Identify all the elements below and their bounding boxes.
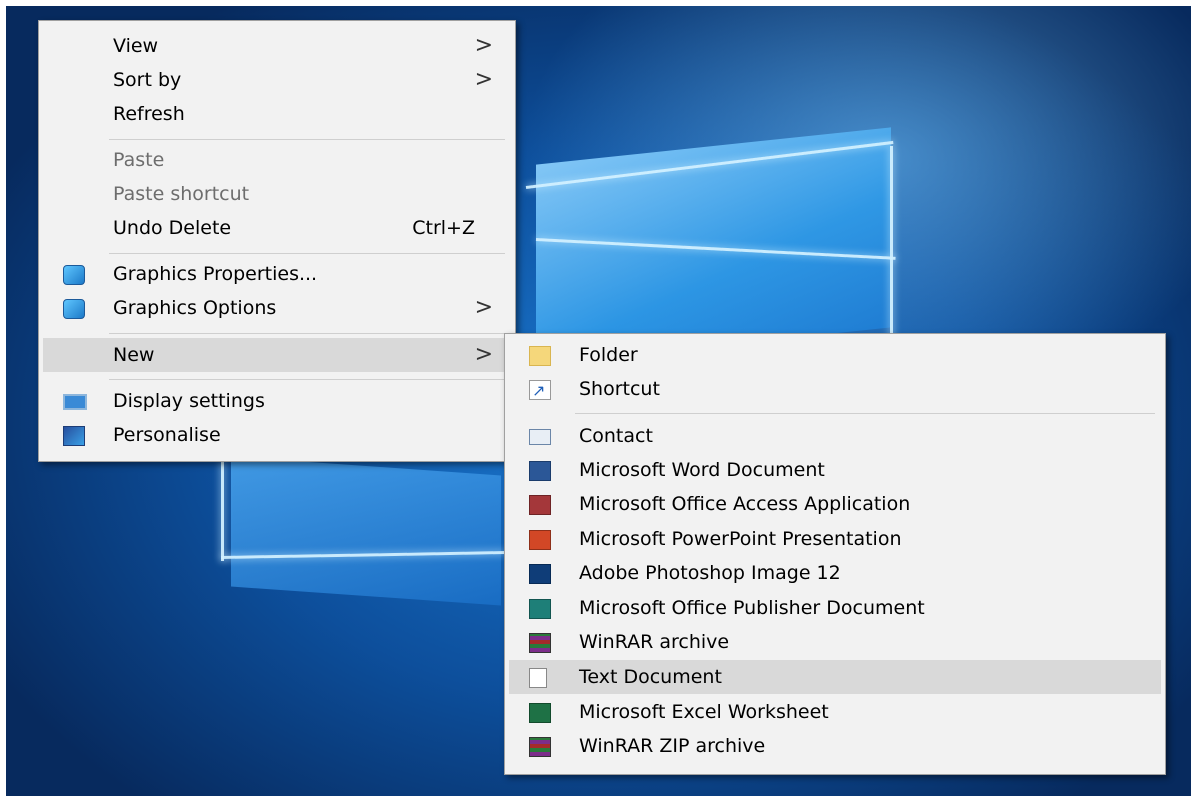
menu-item-label: Paste shortcut xyxy=(113,183,250,205)
menu-item-label: Folder xyxy=(579,344,638,366)
submenu-item-text-document[interactable]: Text Document xyxy=(509,660,1161,694)
desktop-context-menu: View > Sort by > Refresh Paste Paste sho… xyxy=(38,20,516,462)
submenu-item-excel-worksheet[interactable]: Microsoft Excel Worksheet xyxy=(509,695,1161,729)
chevron-right-icon: > xyxy=(474,295,493,320)
excel-icon xyxy=(529,703,551,723)
menu-item-label: View xyxy=(113,35,159,57)
menu-item-label: Microsoft Office Access Application xyxy=(579,493,911,515)
menu-item-undo-delete[interactable]: Undo Delete Ctrl+Z xyxy=(43,211,511,245)
publisher-icon xyxy=(529,599,551,619)
graphics-icon xyxy=(63,299,85,319)
menu-item-label: Microsoft PowerPoint Presentation xyxy=(579,528,902,550)
menu-item-label: Refresh xyxy=(113,103,185,125)
menu-item-paste: Paste xyxy=(43,143,511,177)
winrar-zip-icon xyxy=(529,737,551,757)
menu-item-label: WinRAR archive xyxy=(579,631,730,653)
submenu-item-publisher-document[interactable]: Microsoft Office Publisher Document xyxy=(509,591,1161,625)
menu-separator xyxy=(109,333,505,334)
menu-item-personalise[interactable]: Personalise xyxy=(43,418,511,452)
access-icon xyxy=(529,495,551,515)
submenu-item-access-application[interactable]: Microsoft Office Access Application xyxy=(509,487,1161,521)
menu-item-new[interactable]: New > xyxy=(43,338,511,372)
powerpoint-icon xyxy=(529,530,551,550)
menu-item-label: Microsoft Word Document xyxy=(579,459,825,481)
menu-item-label: Microsoft Office Publisher Document xyxy=(579,597,925,619)
folder-icon xyxy=(529,346,551,366)
menu-item-label: Paste xyxy=(113,149,165,171)
text-document-icon xyxy=(529,668,547,688)
menu-item-graphics-options[interactable]: Graphics Options > xyxy=(43,291,511,325)
menu-item-label: Personalise xyxy=(113,424,221,446)
winrar-icon xyxy=(529,633,551,653)
word-icon xyxy=(529,461,551,481)
chevron-right-icon: > xyxy=(474,342,493,367)
menu-item-label: Contact xyxy=(579,425,653,447)
menu-item-refresh[interactable]: Refresh xyxy=(43,97,511,131)
menu-item-view[interactable]: View > xyxy=(43,29,511,63)
submenu-item-folder[interactable]: Folder xyxy=(509,338,1161,372)
keyboard-shortcut: Ctrl+Z xyxy=(412,217,475,239)
display-icon xyxy=(63,394,87,410)
photoshop-icon xyxy=(529,564,551,584)
menu-item-label: Sort by xyxy=(113,69,182,91)
menu-item-label: Text Document xyxy=(579,666,722,688)
graphics-icon xyxy=(63,265,85,285)
menu-item-label: Microsoft Excel Worksheet xyxy=(579,701,829,723)
menu-separator xyxy=(109,379,505,380)
submenu-item-winrar-zip-archive[interactable]: WinRAR ZIP archive xyxy=(509,729,1161,763)
menu-item-label: Graphics Options xyxy=(113,297,277,319)
submenu-item-winrar-archive[interactable]: WinRAR archive xyxy=(509,625,1161,659)
menu-item-label: Display settings xyxy=(113,390,265,412)
menu-item-label: New xyxy=(113,344,155,366)
menu-item-label: Graphics Properties... xyxy=(113,263,318,285)
submenu-item-word-document[interactable]: Microsoft Word Document xyxy=(509,453,1161,487)
menu-item-sort-by[interactable]: Sort by > xyxy=(43,63,511,97)
menu-separator xyxy=(109,253,505,254)
wallpaper-light-beam xyxy=(890,146,893,346)
menu-item-label: WinRAR ZIP archive xyxy=(579,735,766,757)
wallpaper-light-pane xyxy=(231,456,501,606)
menu-item-display-settings[interactable]: Display settings xyxy=(43,384,511,418)
shortcut-icon xyxy=(529,374,551,408)
personalise-icon xyxy=(63,426,85,446)
menu-item-label: Shortcut xyxy=(579,378,660,400)
menu-item-graphics-properties[interactable]: Graphics Properties... xyxy=(43,257,511,291)
menu-item-label: Undo Delete xyxy=(113,217,232,239)
chevron-right-icon: > xyxy=(474,33,493,58)
submenu-item-photoshop-image[interactable]: Adobe Photoshop Image 12 xyxy=(509,556,1161,590)
menu-item-paste-shortcut: Paste shortcut xyxy=(43,177,511,211)
contact-icon xyxy=(529,429,551,445)
menu-separator xyxy=(575,413,1155,414)
submenu-item-contact[interactable]: Contact xyxy=(509,419,1161,453)
new-submenu: Folder Shortcut Contact Microsoft Word D… xyxy=(504,333,1166,775)
wallpaper-light-beam xyxy=(221,461,224,561)
menu-item-label: Adobe Photoshop Image 12 xyxy=(579,562,841,584)
chevron-right-icon: > xyxy=(474,67,493,92)
submenu-item-powerpoint-presentation[interactable]: Microsoft PowerPoint Presentation xyxy=(509,522,1161,556)
submenu-item-shortcut[interactable]: Shortcut xyxy=(509,372,1161,408)
menu-separator xyxy=(109,139,505,140)
